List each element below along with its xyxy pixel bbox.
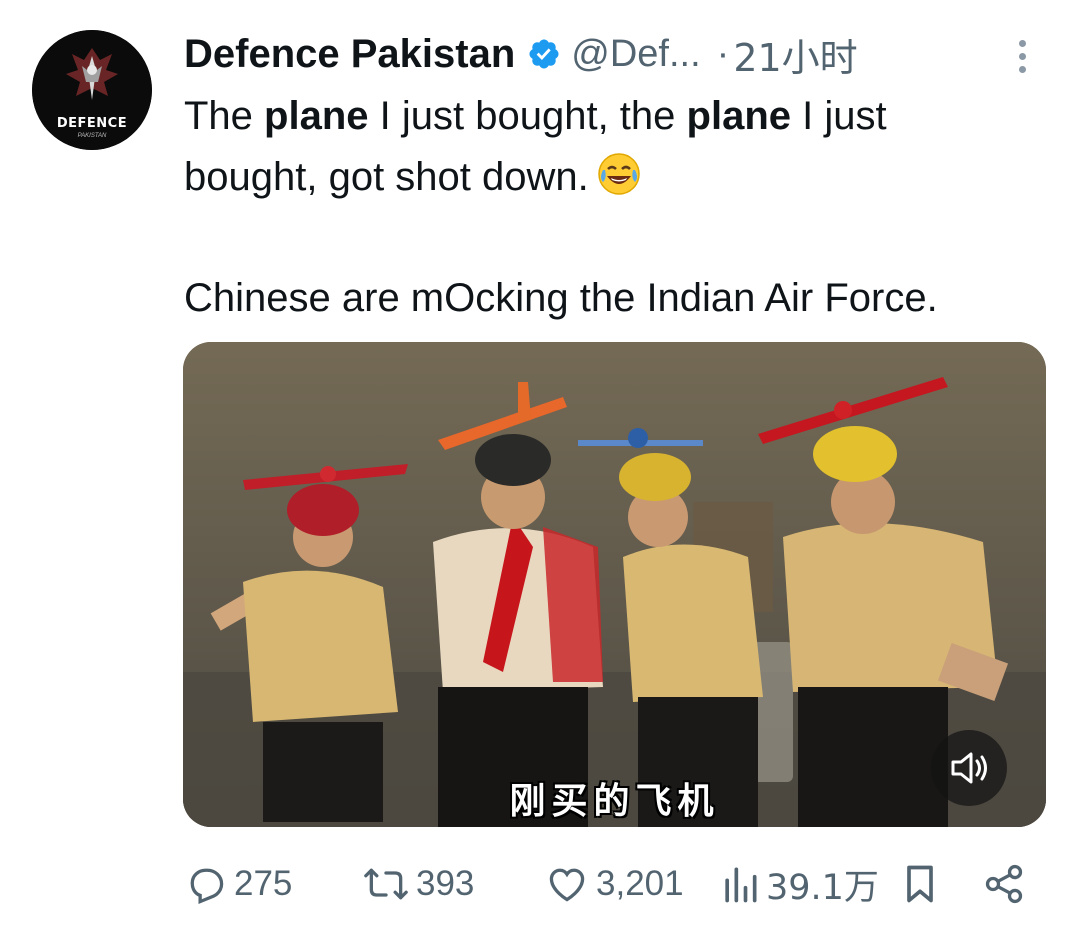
speaker-icon	[951, 752, 987, 784]
separator-dot: ·	[716, 32, 730, 75]
retweet-button[interactable]: 393	[362, 858, 474, 910]
timestamp[interactable]: 21小时	[733, 27, 857, 82]
views-button[interactable]: 39.1万	[720, 858, 879, 910]
reply-button[interactable]: 275	[184, 858, 292, 910]
views-chart-icon	[720, 862, 760, 906]
more-options-icon[interactable]	[1012, 36, 1032, 80]
video-player[interactable]: 刚买的飞机	[183, 342, 1046, 827]
bookmark-icon	[900, 862, 940, 906]
tweet-line-3: Chinese are mOcking the Indian Air Force…	[184, 276, 938, 320]
reply-icon	[184, 862, 228, 906]
verified-badge-icon	[527, 37, 561, 71]
face-with-tears-of-joy-icon	[597, 152, 641, 196]
defence-logo-icon	[32, 30, 152, 150]
bold-word: plane	[264, 94, 369, 138]
share-icon	[982, 862, 1026, 906]
author-name[interactable]: Defence Pakistan	[184, 32, 515, 77]
retweet-icon	[362, 862, 410, 906]
bold-word: plane	[686, 94, 792, 138]
heart-icon	[544, 862, 590, 906]
tweet-line-1: The plane I just bought, the plane I jus…	[184, 94, 887, 138]
video-frame	[183, 342, 1046, 827]
share-button[interactable]	[982, 858, 1026, 910]
avatar[interactable]: DEFENCE PAKISTAN	[32, 30, 152, 150]
retweet-count: 393	[416, 864, 475, 903]
views-count: 39.1万	[766, 867, 879, 908]
bookmark-button[interactable]	[900, 858, 940, 910]
reply-count: 275	[234, 864, 293, 903]
like-button[interactable]: 3,201	[544, 858, 684, 910]
author-handle[interactable]: @Def...	[571, 33, 700, 76]
like-count: 3,201	[596, 864, 684, 903]
avatar-label: DEFENCE	[56, 116, 128, 131]
tweet-line-2: bought, got shot down.	[184, 147, 1064, 208]
tweet-actions: 275 393 3,201 39.1万	[184, 858, 1054, 910]
tweet-text: The plane I just bought, the plane I jus…	[184, 86, 1064, 329]
avatar-sublabel: PAKISTAN	[77, 133, 107, 139]
tweet-header: Defence Pakistan @Def... · 21小时	[184, 30, 1060, 80]
sound-toggle-button[interactable]	[931, 730, 1007, 806]
video-subtitle: 刚买的飞机	[509, 781, 720, 822]
